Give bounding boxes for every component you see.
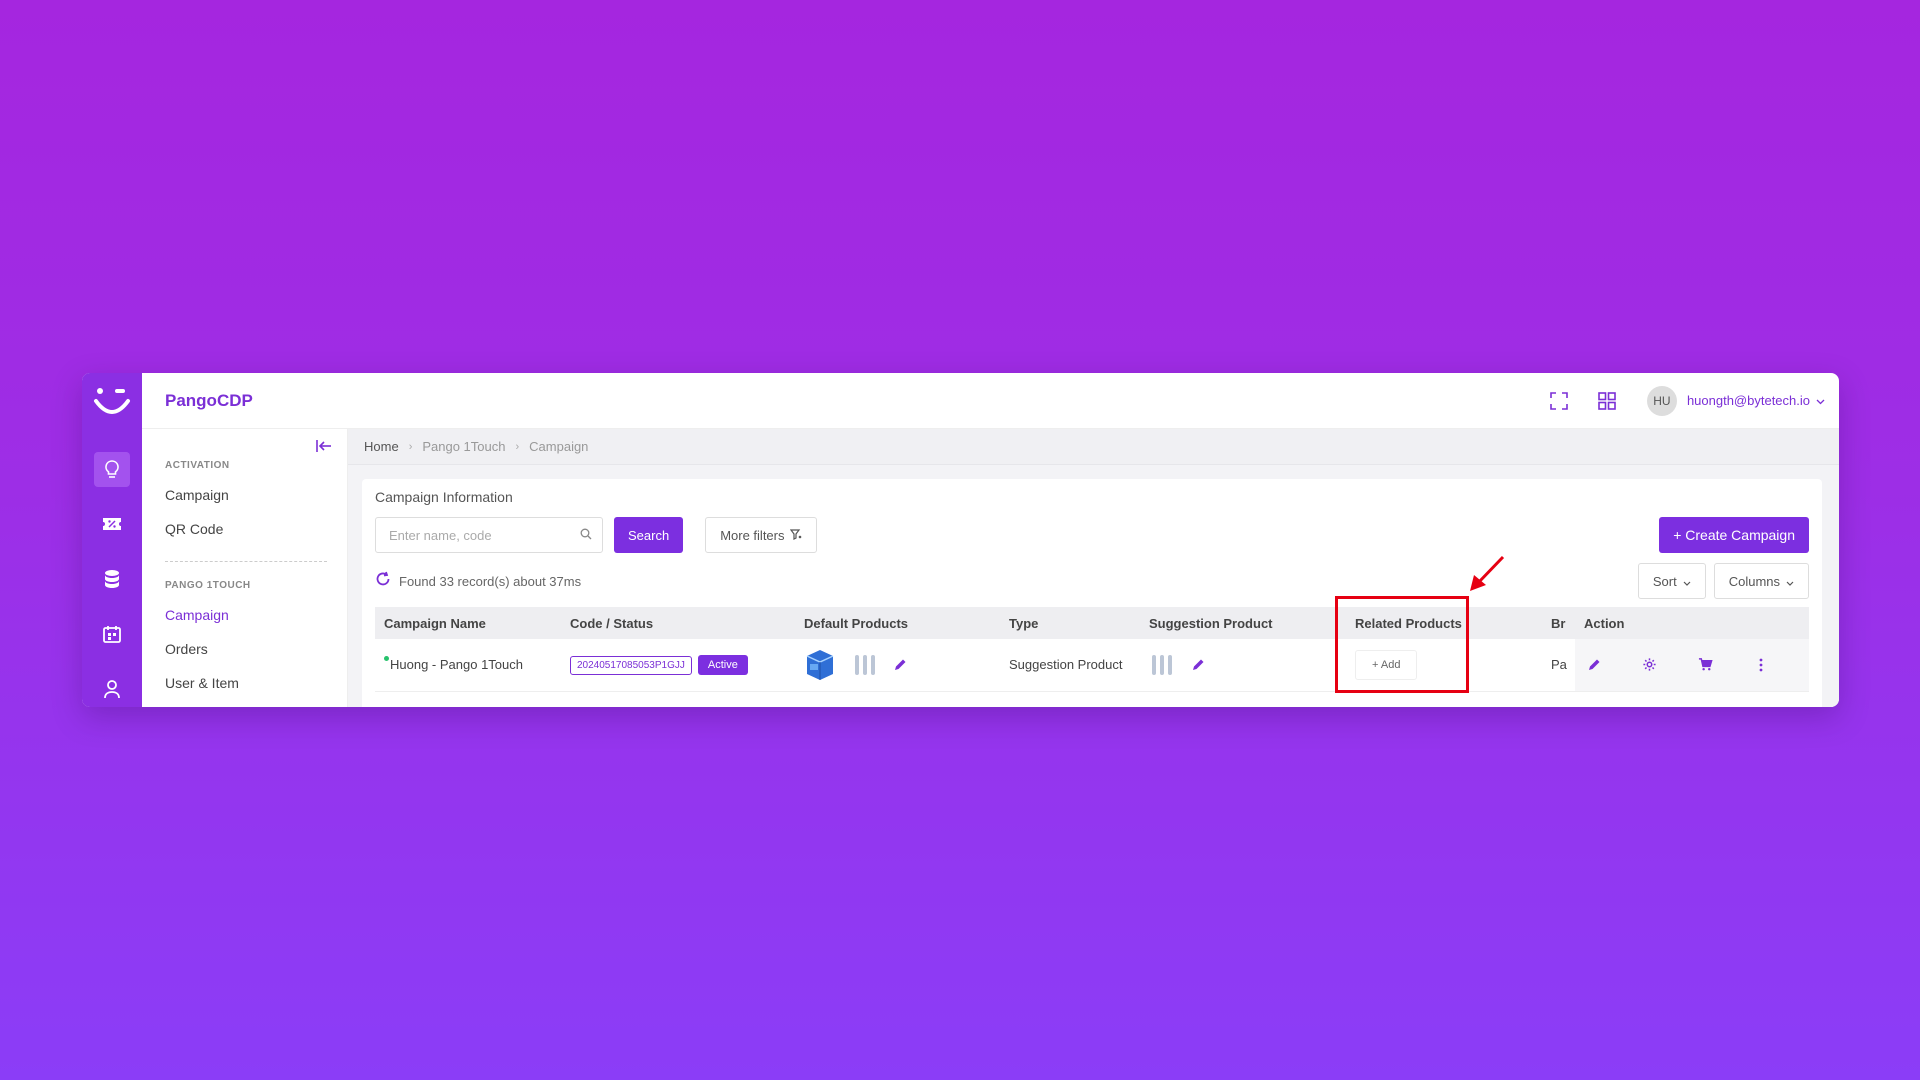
found-records-text: Found 33 record(s) about 37ms [399,573,582,589]
database-icon[interactable] [94,562,130,597]
table-row: Huong - Pango 1Touch 20240517085053P1GJJ… [375,639,1809,692]
nav-item-qr-code[interactable]: QR Code [165,521,347,537]
icon-rail [82,373,142,707]
ticket-percent-icon[interactable] [94,507,130,542]
col-action[interactable]: Action [1575,607,1809,639]
chevron-down-icon [1683,574,1691,589]
nav-divider [165,561,327,562]
col-code-status[interactable]: Code / Status [561,607,795,639]
nav-item-1touch-campaign[interactable]: Campaign [165,607,347,623]
main-area: PangoCDP HU huongth@bytetech.io ACTIVATI… [142,373,1839,707]
more-vertical-icon[interactable] [1751,655,1771,675]
search-box [375,517,603,553]
add-related-product-button[interactable]: + Add [1355,649,1418,680]
campaign-card: Campaign Information Search More filters [362,479,1822,707]
status-dot [384,656,389,662]
chevron-down-icon[interactable] [1816,392,1825,410]
top-bar: PangoCDP HU huongth@bytetech.io [142,373,1839,429]
section-title-pango-1touch: PANGO 1TOUCH [165,580,251,591]
edit-icon[interactable] [1584,655,1604,675]
type-cell: Suggestion Product [1000,639,1140,692]
status-badge: Active [697,654,748,675]
section-title-activation: ACTIVATION [165,460,230,471]
avatar[interactable]: HU [1646,385,1677,416]
col-type[interactable]: Type [1000,607,1140,639]
search-input[interactable] [389,527,580,543]
filter-icon [789,528,802,543]
breadcrumb: Home › Pango 1Touch › Campaign [348,429,1839,465]
chevron-down-icon [1786,574,1794,589]
col-default-products[interactable]: Default Products [795,607,1000,639]
breadcrumb-campaign: Campaign [529,439,589,454]
action-cell [1575,639,1809,692]
breadcrumb-pango-1touch[interactable]: Pango 1Touch [422,439,505,454]
calendar-box-icon[interactable] [94,617,130,652]
edit-default-products-icon[interactable] [893,658,907,672]
brand-name: PangoCDP [165,390,253,410]
code-status-cell: 20240517085053P1GJJ Active [561,639,795,692]
refresh-icon[interactable] [375,571,391,592]
nav-item-activation-campaign[interactable]: Campaign [165,487,347,503]
suggestion-bottles-thumbnail-icon[interactable] [1149,652,1175,678]
suggestion-product-cell [1140,639,1346,692]
default-products-cell [795,639,1000,692]
related-products-cell: + Add [1346,639,1551,692]
content-area: Home › Pango 1Touch › Campaign Campaign … [348,429,1839,707]
columns-label: Columns [1728,573,1780,589]
nav-item-orders[interactable]: Orders [165,641,347,657]
collapse-sidebar-icon[interactable] [315,437,333,455]
columns-button[interactable]: Columns [1713,563,1809,599]
campaign-code: 20240517085053P1GJJ [570,655,692,675]
settings-gear-icon[interactable] [1640,655,1660,675]
lightbulb-icon[interactable] [94,451,130,487]
nav-item-user-item[interactable]: User & Item [165,675,347,691]
create-campaign-button[interactable]: + Create Campaign [1659,517,1809,553]
app-window: PangoCDP HU huongth@bytetech.io ACTIVATI… [82,373,1839,707]
campaign-name: Huong - Pango 1Touch [390,657,523,673]
more-filters-label: More filters [720,527,785,543]
col-related-products[interactable]: Related Products [1346,607,1551,639]
table-header-row: Campaign Name Code / Status Default Prod… [375,607,1809,639]
apps-grid-icon[interactable] [1595,389,1619,413]
user-email[interactable]: huongth@bytetech.io [1687,393,1810,408]
col-campaign-name[interactable]: Campaign Name [375,607,561,639]
col-suggestion-product[interactable]: Suggestion Product [1140,607,1346,639]
breadcrumb-chevron-icon: › [408,440,413,453]
search-icon[interactable] [580,528,592,543]
product-bottles-thumbnail-icon[interactable] [852,652,878,678]
app-logo-icon[interactable] [93,373,131,432]
shopping-cart-icon[interactable] [1695,655,1715,675]
breadcrumb-chevron-icon: › [515,440,520,453]
sort-label: Sort [1652,573,1677,589]
campaign-name-cell[interactable]: Huong - Pango 1Touch [375,639,561,692]
user-icon[interactable] [94,672,130,707]
side-nav: ACTIVATION Campaign QR Code PANGO 1TOUCH… [142,429,348,707]
product-box-thumbnail-icon[interactable] [804,648,836,682]
card-title: Campaign Information [375,489,513,505]
search-button[interactable]: Search [614,517,684,553]
brand-cell: Pa [1551,639,1575,692]
breadcrumb-home[interactable]: Home [364,439,399,454]
col-brand[interactable]: Br [1551,607,1575,639]
fullscreen-icon[interactable] [1547,389,1571,413]
sort-button[interactable]: Sort [1637,563,1706,599]
edit-suggestion-product-icon[interactable] [1191,658,1205,672]
campaign-table: Campaign Name Code / Status Default Prod… [375,607,1809,692]
more-filters-button[interactable]: More filters [705,517,817,553]
